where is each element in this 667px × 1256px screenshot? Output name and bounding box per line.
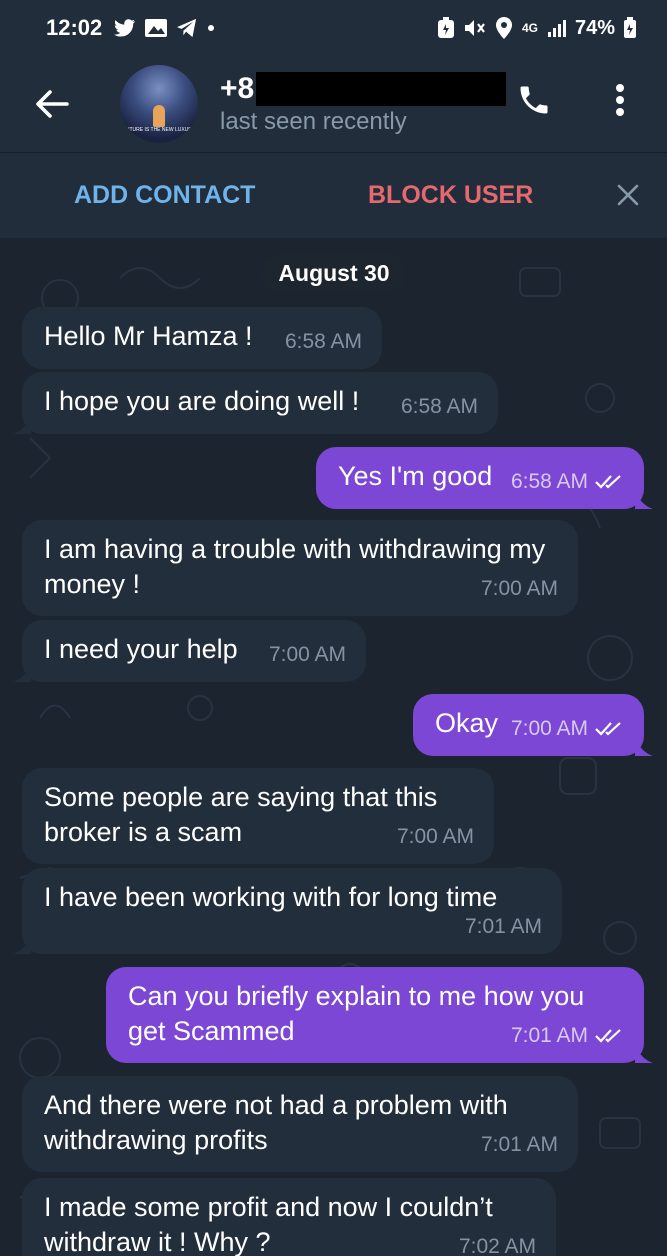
- block-user-button[interactable]: BLOCK USER: [368, 181, 533, 210]
- avatar-figure: [153, 105, 165, 127]
- message-incoming[interactable]: And there were not had a problem with wi…: [22, 1076, 578, 1172]
- message-incoming[interactable]: I have been working with for long time 7…: [13, 868, 562, 954]
- message-incoming[interactable]: I am having a trouble with withdrawing m…: [22, 520, 578, 616]
- close-action-bar-button[interactable]: [608, 175, 648, 215]
- message-time: 7:01 AM: [480, 1133, 558, 1156]
- message-time: 6:58 AM: [400, 395, 478, 418]
- status-time: 12:02: [46, 15, 103, 40]
- message-time: 6:58 AM: [510, 470, 588, 493]
- message-time: 7:00 AM: [510, 717, 588, 740]
- double-check-icon: [595, 1028, 621, 1043]
- message-outgoing[interactable]: Okay 7:00 AM: [413, 694, 653, 756]
- status-bar: 12:02 4G 74%: [0, 0, 667, 56]
- message-incoming[interactable]: I made some profit and now I couldn’t wi…: [22, 1178, 556, 1256]
- battery-saver-icon: [437, 17, 455, 39]
- message-incoming[interactable]: I hope you are doing well ! 6:58 AM: [13, 372, 498, 434]
- twitter-icon: [114, 19, 136, 37]
- mute-icon: [463, 17, 487, 39]
- more-options-button[interactable]: [600, 74, 640, 126]
- contact-name-prefix: +8: [220, 72, 255, 105]
- contact-status: last seen recently: [220, 108, 407, 135]
- avatar-caption: FUTURE IS THE NEW LUXURY: [122, 127, 196, 133]
- message-incoming[interactable]: I need your help 7:00 AM: [13, 620, 366, 682]
- date-separator: August 30: [261, 254, 407, 292]
- bubble-tail: [13, 416, 31, 434]
- message-time: 7:00 AM: [268, 643, 346, 666]
- telegram-icon: [176, 18, 198, 38]
- signal-icon: [547, 18, 567, 38]
- network-type-icon: 4G: [521, 21, 538, 35]
- message-incoming[interactable]: Some people are saying that this broker …: [22, 768, 494, 864]
- contact-info[interactable]: +8 last seen recently: [220, 72, 507, 136]
- bubble-tail: [635, 1045, 653, 1063]
- message-text: I need your help: [44, 634, 238, 664]
- message-time: 7:00 AM: [480, 577, 558, 600]
- add-contact-button[interactable]: ADD CONTACT: [74, 181, 255, 210]
- double-check-icon: [595, 721, 621, 736]
- bubble-tail: [13, 664, 31, 682]
- bubble-tail: [13, 936, 31, 954]
- bubble-tail: [635, 491, 653, 509]
- message-text: I am having a trouble with withdrawing m…: [44, 534, 546, 599]
- back-arrow-icon: [36, 90, 69, 118]
- message-text: And there were not had a problem with wi…: [44, 1090, 508, 1155]
- message-text: I have been working with for long time: [44, 882, 498, 912]
- double-check-icon: [595, 474, 621, 489]
- message-outgoing[interactable]: Yes I'm good 6:58 AM: [316, 447, 653, 509]
- message-text: Hello Mr Hamza !: [44, 321, 253, 351]
- message-incoming[interactable]: Hello Mr Hamza ! 6:58 AM: [22, 307, 382, 369]
- message-outgoing[interactable]: Can you briefly explain to me how you ge…: [106, 967, 653, 1063]
- contact-action-bar: ADD CONTACT BLOCK USER: [0, 152, 667, 238]
- contact-name: +8: [220, 72, 507, 106]
- message-text: Yes I'm good: [338, 461, 493, 491]
- battery-percent: 74%: [574, 16, 615, 39]
- battery-icon: [623, 17, 637, 39]
- avatar[interactable]: FUTURE IS THE NEW LUXURY: [120, 65, 198, 143]
- call-button[interactable]: [508, 74, 560, 126]
- message-time: 7:01 AM: [464, 915, 542, 938]
- message-text: I hope you are doing well !: [44, 386, 360, 416]
- chat-header: FUTURE IS THE NEW LUXURY +8 last seen re…: [0, 56, 667, 152]
- chat-area[interactable]: August 30 Hello Mr Hamza ! 6:58 AM I hop…: [0, 238, 667, 1256]
- redaction-bar: [256, 72, 507, 106]
- back-button[interactable]: [22, 74, 82, 134]
- close-icon: [617, 184, 639, 206]
- dot-icon: [206, 23, 216, 33]
- message-time: 7:00 AM: [396, 825, 474, 848]
- message-text: I made some profit and now I couldn’t wi…: [44, 1192, 493, 1256]
- phone-icon: [520, 86, 548, 114]
- message-time: 7:01 AM: [510, 1024, 588, 1047]
- message-text: Some people are saying that this broker …: [44, 782, 438, 847]
- location-icon: [495, 16, 513, 40]
- message-time: 7:02 AM: [458, 1235, 536, 1256]
- bubble-tail: [635, 738, 653, 756]
- message-text: Okay: [435, 708, 499, 738]
- message-time: 6:58 AM: [284, 330, 362, 353]
- gallery-icon: [144, 18, 168, 38]
- more-vert-icon: [616, 84, 624, 116]
